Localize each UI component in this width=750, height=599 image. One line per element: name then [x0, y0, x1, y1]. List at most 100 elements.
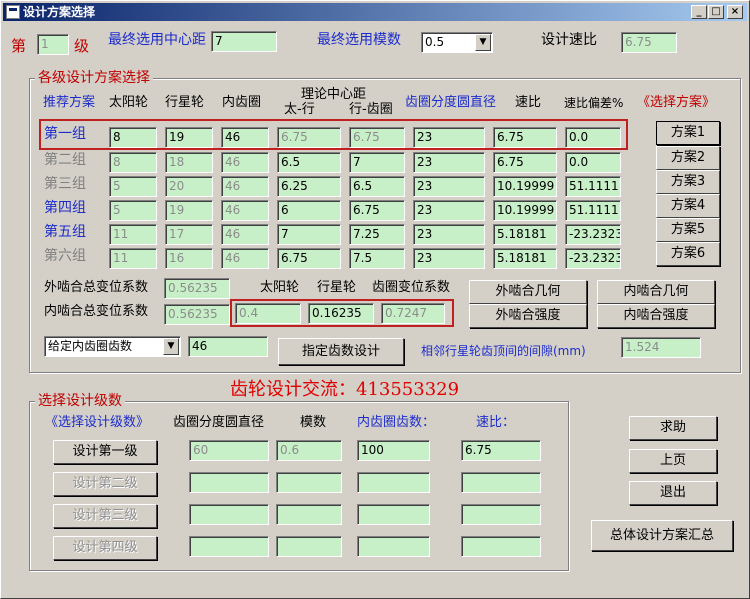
row-3-ring-diameter[interactable]: 23 [413, 176, 485, 197]
row-2-center-planet-ring[interactable]: 7 [349, 152, 405, 173]
level-3-ratio[interactable] [461, 504, 541, 525]
internal-geometry-button[interactable]: 内啮合几何 [597, 280, 715, 304]
level-1-module[interactable]: 0.6 [276, 440, 342, 461]
row-4-sun[interactable]: 5 [109, 200, 157, 221]
ratio-field[interactable]: 6.75 [621, 32, 677, 53]
row-3-ring[interactable]: 46 [221, 176, 269, 197]
row-5-ring[interactable]: 46 [221, 224, 269, 245]
row-6-center-sun-planet[interactable]: 6.75 [277, 248, 341, 269]
row-3-center-sun-planet[interactable]: 6.25 [277, 176, 341, 197]
row-3-center-planet-ring[interactable]: 6.5 [349, 176, 405, 197]
row-1-sun[interactable]: 8 [109, 127, 157, 148]
level-4-ratio[interactable] [461, 536, 541, 557]
scheme-5-button[interactable]: 方案5 [656, 218, 720, 242]
row-4-ring[interactable]: 46 [221, 200, 269, 221]
row-2-ring[interactable]: 46 [221, 152, 269, 173]
level-1-diameter[interactable]: 60 [189, 440, 269, 461]
level-4-diameter[interactable] [189, 536, 269, 557]
internal-strength-button[interactable]: 内啮合强度 [597, 304, 715, 328]
row-4-center-sun-planet[interactable]: 6 [277, 200, 341, 221]
level-4-teeth[interactable] [357, 536, 430, 557]
row-2-ratio[interactable]: 6.75 [493, 152, 557, 173]
shift-ring-field[interactable]: 0.7247 [381, 303, 445, 324]
design-level-3-button[interactable]: 设计第三级 [53, 504, 157, 528]
row-4-ring-diameter[interactable]: 23 [413, 200, 485, 221]
row-5-ratio[interactable]: 5.18181 [493, 224, 557, 245]
assign-teeth-button[interactable]: 指定齿数设计 [278, 338, 404, 365]
dropdown-arrow-icon[interactable]: ▼ [163, 338, 179, 355]
row-5-ring-diameter[interactable]: 23 [413, 224, 485, 245]
internal-shift-field[interactable]: 0.56235 [164, 304, 230, 325]
row-1-planet[interactable]: 19 [165, 127, 213, 148]
exit-button[interactable]: 退出 [629, 481, 717, 505]
row-3-sun[interactable]: 5 [109, 176, 157, 197]
row-5-planet[interactable]: 17 [165, 224, 213, 245]
row-6-ratio[interactable]: 5.18181 [493, 248, 557, 269]
row-5-center-sun-planet[interactable]: 7 [277, 224, 341, 245]
teeth-value-field[interactable]: 46 [188, 336, 268, 357]
row-6-planet[interactable]: 16 [165, 248, 213, 269]
minimize-button[interactable]: _ [691, 5, 707, 19]
row-5-ratio-error[interactable]: -23.2323 [565, 224, 621, 245]
row-6-sun[interactable]: 11 [109, 248, 157, 269]
maximize-button[interactable]: □ [708, 5, 724, 19]
row-1-ratio[interactable]: 6.75 [493, 127, 557, 148]
level-4-module[interactable] [276, 536, 342, 557]
row-4-planet[interactable]: 19 [165, 200, 213, 221]
row-6-ratio-error[interactable]: -23.2323 [565, 248, 621, 269]
row-2-ring-diameter[interactable]: 23 [413, 152, 485, 173]
center-distance-field[interactable]: 7 [211, 31, 277, 52]
scheme-4-button[interactable]: 方案4 [656, 194, 720, 218]
row-3-ratio[interactable]: 10.19999 [493, 176, 557, 197]
external-strength-button[interactable]: 外啮合强度 [469, 304, 587, 328]
level-3-teeth[interactable] [357, 504, 430, 525]
shift-planet-field[interactable]: 0.16235 [308, 303, 374, 324]
row-1-center-planet-ring[interactable]: 6.75 [349, 127, 405, 148]
design-level-2-button[interactable]: 设计第二级 [53, 472, 157, 496]
row-1-ring-diameter[interactable]: 23 [413, 127, 485, 148]
summary-button[interactable]: 总体设计方案汇总 [591, 520, 733, 551]
level-2-ratio[interactable] [461, 472, 541, 493]
shift-sun-field[interactable]: 0.4 [235, 303, 301, 324]
row-1-ratio-error[interactable]: 0.0 [565, 127, 621, 148]
scheme-2-button[interactable]: 方案2 [656, 146, 720, 170]
previous-page-button[interactable]: 上页 [629, 449, 717, 473]
design-level-4-button[interactable]: 设计第四级 [53, 536, 157, 560]
row-1-ring[interactable]: 46 [221, 127, 269, 148]
scheme-6-button[interactable]: 方案6 [656, 242, 720, 266]
level-3-diameter[interactable] [189, 504, 269, 525]
scheme-3-button[interactable]: 方案3 [656, 170, 720, 194]
teeth-mode-select[interactable]: 给定内齿圈齿数 ▼ [44, 336, 181, 357]
row-3-planet[interactable]: 20 [165, 176, 213, 197]
level-2-teeth[interactable] [357, 472, 430, 493]
help-button[interactable]: 求助 [629, 416, 717, 440]
row-2-center-sun-planet[interactable]: 6.5 [277, 152, 341, 173]
close-button[interactable]: × [727, 5, 743, 19]
row-4-center-planet-ring[interactable]: 6.75 [349, 200, 405, 221]
row-3-ratio-error[interactable]: 51.1111 [565, 176, 621, 197]
row-6-center-planet-ring[interactable]: 7.5 [349, 248, 405, 269]
row-5-center-planet-ring[interactable]: 7.25 [349, 224, 405, 245]
row-2-planet[interactable]: 18 [165, 152, 213, 173]
row-4-ratio[interactable]: 10.19999 [493, 200, 557, 221]
clearance-field[interactable]: 1.524 [621, 337, 701, 358]
external-geometry-button[interactable]: 外啮合几何 [469, 280, 587, 304]
design-level-1-button[interactable]: 设计第一级 [53, 440, 157, 464]
level-2-diameter[interactable] [189, 472, 269, 493]
row-4-ratio-error[interactable]: 51.1111 [565, 200, 621, 221]
row-6-ring-diameter[interactable]: 23 [413, 248, 485, 269]
dropdown-arrow-icon[interactable]: ▼ [475, 34, 491, 51]
row-6-ring[interactable]: 46 [221, 248, 269, 269]
row-2-sun[interactable]: 8 [109, 152, 157, 173]
row-5-sun[interactable]: 11 [109, 224, 157, 245]
module-select[interactable]: 0.5 ▼ [421, 32, 493, 53]
level-2-module[interactable] [276, 472, 342, 493]
level-1-teeth[interactable]: 100 [357, 440, 430, 461]
row-2-ratio-error[interactable]: 0.0 [565, 152, 621, 173]
level-1-ratio[interactable]: 6.75 [461, 440, 541, 461]
scheme-1-button[interactable]: 方案1 [656, 121, 720, 145]
external-shift-field[interactable]: 0.56235 [164, 278, 230, 299]
row-1-center-sun-planet[interactable]: 6.75 [277, 127, 341, 148]
level-field[interactable]: 1 [37, 34, 69, 55]
level-3-module[interactable] [276, 504, 342, 525]
